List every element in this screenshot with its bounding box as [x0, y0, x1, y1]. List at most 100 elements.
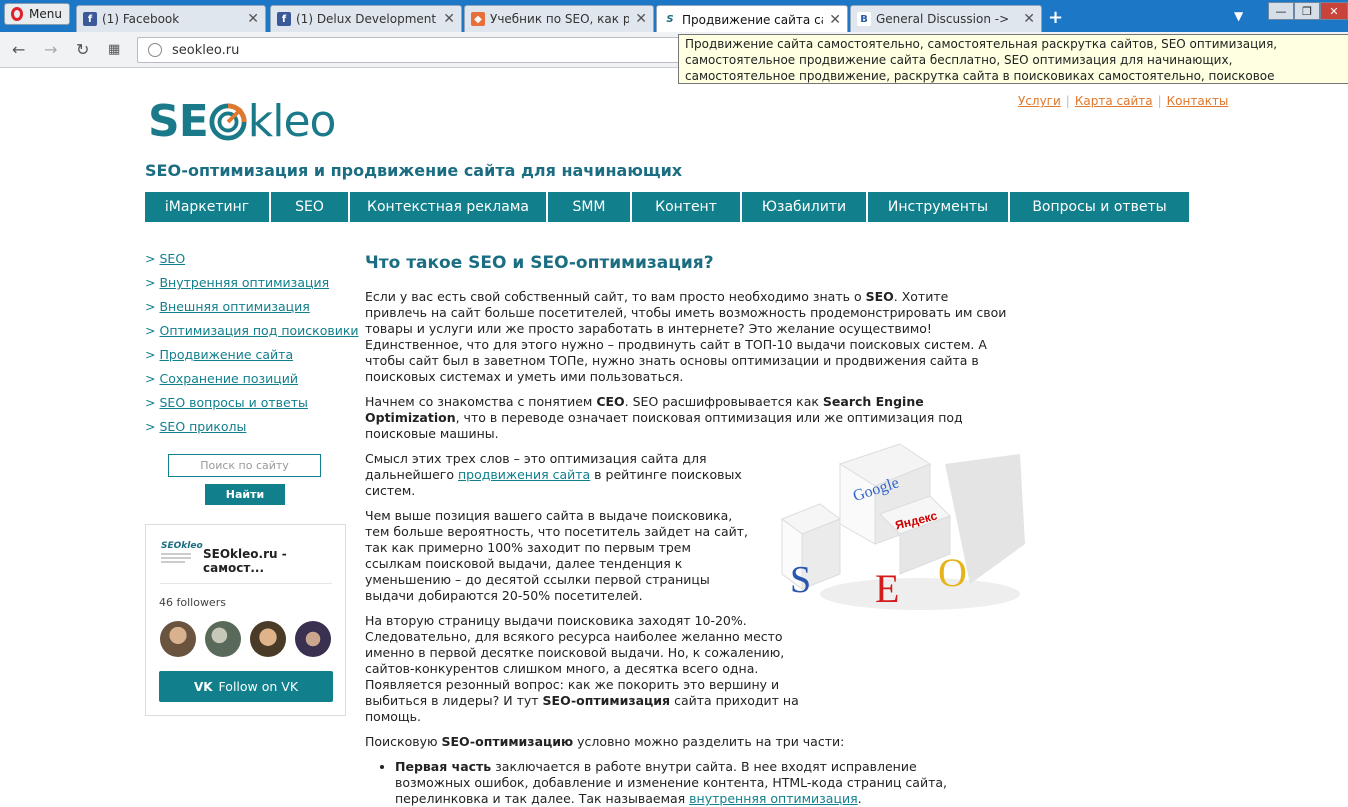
tab-seo-tutorial[interactable]: ◆ Учебник по SEO, как раск ✕: [464, 5, 654, 32]
tab-facebook[interactable]: f (1) Facebook ✕: [76, 5, 266, 32]
close-tab-icon[interactable]: ✕: [443, 11, 455, 27]
facebook-icon: f: [277, 12, 291, 26]
e-letter: E: [875, 566, 899, 611]
close-tab-icon[interactable]: ✕: [247, 11, 259, 27]
tab-seokleo[interactable]: S Продвижение сайта само ✕: [656, 5, 848, 33]
forum-icon: B: [857, 12, 871, 26]
seo-cubes-image: Google Яндекс S E O: [780, 443, 1025, 611]
opera-logo-icon: [11, 7, 23, 21]
sidebar-item: > Внутренняя оптимизация: [145, 275, 359, 299]
main-menu: iМаркетинг SEO Контекстная реклама SMM К…: [145, 192, 1189, 222]
tab-tooltip: Продвижение сайта самостоятельно, самост…: [678, 34, 1348, 84]
tab-title: (1) Delux Development - H: [296, 12, 437, 26]
search-button[interactable]: Найти: [205, 484, 285, 505]
sidebar-item: > SEO вопросы и ответы: [145, 395, 359, 419]
article-paragraph: Если у вас есть свой собственный сайт, т…: [365, 289, 1007, 384]
speed-dial-icon[interactable]: ▦: [108, 42, 120, 57]
logo-text-se: SE: [148, 96, 209, 147]
reload-icon[interactable]: ↻: [76, 40, 89, 59]
sidebar-link-jokes[interactable]: SEO приколы: [159, 419, 246, 443]
sidebar-nav: > SEO > Внутренняя оптимизация > Внешняя оп…: [145, 251, 359, 443]
menu-faq[interactable]: Вопросы и ответы: [1010, 192, 1189, 222]
vk-follow-button[interactable]: VK Follow on VK: [159, 671, 333, 702]
close-window-icon[interactable]: ✕: [1320, 2, 1348, 20]
avatar[interactable]: [160, 621, 196, 657]
tab-title: General Discussion ->: [876, 12, 1010, 26]
sidebar-item: > Внешняя оптимизация: [145, 299, 359, 323]
sidebar-link-external[interactable]: Внешняя оптимизация: [159, 299, 309, 323]
link-promotion[interactable]: продвижения сайта: [458, 467, 590, 482]
url-field[interactable]: seokleo.ru: [137, 37, 697, 63]
browser-tab-bar: Menu f (1) Facebook ✕ f (1) Delux Develo…: [0, 0, 1348, 33]
vk-icon: VK: [193, 679, 213, 694]
tab-title: (1) Facebook: [102, 12, 180, 26]
vk-widget: SEOkleo SEOkleo.ru - самост... 46 follow…: [145, 524, 346, 716]
menu-label: Menu: [29, 7, 62, 21]
close-tab-icon[interactable]: ✕: [635, 11, 647, 27]
article-paragraph: Поисковую SEO-оптимизацию условно можно …: [365, 734, 845, 749]
menu-tools[interactable]: Инструменты: [868, 192, 1008, 222]
forward-icon[interactable]: →: [44, 40, 57, 59]
avatar[interactable]: [250, 621, 286, 657]
new-tab-button[interactable]: +: [1048, 7, 1063, 28]
o-letter: O: [938, 550, 967, 595]
menu-smm[interactable]: SMM: [548, 192, 630, 222]
maximize-icon[interactable]: ❐: [1294, 2, 1320, 20]
logo-text-kleo: kleo: [247, 96, 337, 147]
menu-content[interactable]: Контент: [632, 192, 740, 222]
vk-followers-count: 46 followers: [159, 596, 226, 609]
sidebar-link-faq[interactable]: SEO вопросы и ответы: [159, 395, 307, 419]
url-text: seokleo.ru: [172, 42, 240, 58]
tab-menu-icon[interactable]: ▼: [1234, 9, 1243, 23]
menu-context-ads[interactable]: Контекстная реклама: [350, 192, 546, 222]
sidebar-link-positions[interactable]: Сохранение позиций: [159, 371, 298, 395]
back-icon[interactable]: ←: [12, 40, 25, 59]
link-contacts[interactable]: Контакты: [1167, 94, 1229, 108]
menu-usability[interactable]: Юзабилити: [742, 192, 866, 222]
close-tab-icon[interactable]: ✕: [829, 12, 841, 28]
sidebar-item: > SEO: [145, 251, 359, 275]
sidebar-item: > Оптимизация под поисковики: [145, 323, 359, 347]
vk-follow-label: Follow on VK: [218, 679, 299, 694]
tab-general-discussion[interactable]: B General Discussion -> ✕: [850, 5, 1042, 32]
site-search-input[interactable]: Поиск по сайту: [168, 454, 321, 477]
tutorial-icon: ◆: [471, 12, 485, 26]
sidebar-link-promotion[interactable]: Продвижение сайта: [159, 347, 293, 371]
article-heading: Что такое SEO и SEO-оптимизация?: [365, 253, 714, 273]
globe-icon: [148, 43, 162, 57]
article-paragraph: На вторую страницу выдачи поисковика зах…: [365, 613, 799, 724]
article-paragraph: Чем выше позиция вашего сайта в выдаче п…: [365, 508, 749, 603]
sidebar-link-internal[interactable]: Внутренняя оптимизация: [159, 275, 329, 299]
top-links: Услуги | Карта сайта | Контакты: [1018, 94, 1229, 108]
facebook-icon: f: [83, 12, 97, 26]
opera-menu-button[interactable]: Menu: [4, 3, 70, 25]
sidebar-item: > Сохранение позиций: [145, 371, 359, 395]
site-tagline: SEO-оптимизация и продвижение сайта для …: [145, 161, 683, 180]
minimize-icon[interactable]: —: [1268, 2, 1294, 20]
list-item: Первая часть заключается в работе внутри…: [395, 759, 995, 807]
menu-seo[interactable]: SEO: [271, 192, 348, 222]
divider: [160, 583, 332, 584]
link-sitemap[interactable]: Карта сайта: [1075, 94, 1153, 108]
tab-title: Учебник по SEO, как раск: [490, 12, 629, 26]
sidebar-link-search-engines[interactable]: Оптимизация под поисковики: [159, 323, 358, 347]
sidebar-link-seo[interactable]: SEO: [159, 251, 185, 275]
vk-group-avatar[interactable]: SEOkleo: [161, 541, 203, 576]
avatar[interactable]: [295, 621, 331, 657]
sidebar-item: > SEO приколы: [145, 419, 359, 443]
avatar[interactable]: [205, 621, 241, 657]
link-internal-optimization[interactable]: внутренняя оптимизация: [689, 791, 857, 806]
article-paragraph: Смысл этих трех слов – это оптимизация с…: [365, 451, 742, 498]
article-list: Первая часть заключается в работе внутри…: [395, 759, 1025, 807]
site-logo[interactable]: SE kleo: [148, 96, 337, 147]
tab-delux[interactable]: f (1) Delux Development - H ✕: [270, 5, 462, 32]
s-letter: S: [790, 559, 811, 601]
seokleo-icon: S: [663, 12, 677, 27]
close-tab-icon[interactable]: ✕: [1023, 11, 1035, 27]
logo-target-icon: [209, 102, 247, 141]
vk-group-title[interactable]: SEOkleo.ru - самост...: [203, 547, 345, 575]
tab-title: Продвижение сайта само: [682, 12, 823, 27]
menu-imarketing[interactable]: iМаркетинг: [145, 192, 269, 222]
sidebar-item: > Продвижение сайта: [145, 347, 359, 371]
link-services[interactable]: Услуги: [1018, 94, 1061, 108]
